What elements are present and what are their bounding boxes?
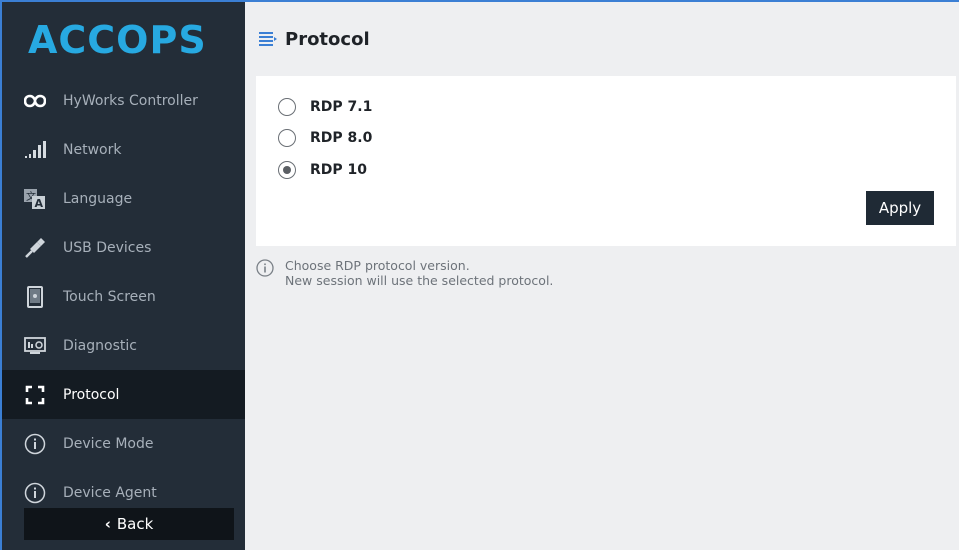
sidebar-item-label: Diagnostic [63,337,137,354]
hint-text: Choose RDP protocol version. New session… [285,258,553,288]
radio-button[interactable] [278,129,296,147]
radio-selected-dot [283,166,291,174]
page-title: Protocol [285,28,370,50]
language-icon: 文A [24,188,46,210]
apply-button[interactable]: Apply [866,191,934,225]
sidebar-item-label: Touch Screen [63,288,156,305]
page-header: Protocol [245,2,959,76]
protocol-hint: Choose RDP protocol version. New session… [256,258,553,288]
sidebar-item-usb-devices[interactable]: USB Devices [2,223,245,272]
sidebar-item-diagnostic[interactable]: Diagnostic [2,321,245,370]
sidebar-item-label: HyWorks Controller [63,92,198,109]
sidebar-nav: HyWorks Controller Network 文A Language U… [2,76,245,517]
info-circle-icon [256,259,274,281]
sidebar-item-label: Language [63,190,133,207]
infinity-icon [24,90,46,112]
sidebar: ACCOPS HyWorks Controller Network 文A Lan… [2,2,245,550]
usb-plug-icon [24,237,46,259]
back-button[interactable]: ‹ Back [24,508,234,540]
hint-line-1: Choose RDP protocol version. [285,258,470,273]
radio-option-rdp-8-0[interactable]: RDP 8.0 [278,129,372,147]
accops-logo-icon: ACCOPS [28,18,207,61]
sidebar-item-label: Network [63,141,122,158]
sidebar-item-language[interactable]: 文A Language [2,174,245,223]
protocol-icon [24,384,46,406]
sidebar-item-protocol[interactable]: Protocol [2,370,245,419]
radio-label: RDP 7.1 [310,99,373,115]
hint-line-2: New session will use the selected protoc… [285,273,554,288]
monitor-diagnostic-icon [24,335,46,357]
radio-label: RDP 8.0 [310,130,373,146]
sidebar-item-device-mode[interactable]: Device Mode [2,419,245,468]
sidebar-item-touch-screen[interactable]: Touch Screen [2,272,245,321]
radio-option-rdp-10[interactable]: RDP 10 [278,161,367,179]
info-circle-icon [24,482,46,504]
app-window: ACCOPS HyWorks Controller Network 文A Lan… [0,0,959,550]
sidebar-item-label: Device Mode [63,435,154,452]
svg-text:A: A [35,197,44,209]
logo-text: ACCOPS [28,18,207,61]
radio-button-selected[interactable] [278,161,296,179]
signal-bars-icon [24,139,46,161]
sidebar-item-label: USB Devices [63,239,152,256]
sidebar-item-label: Protocol [63,386,120,403]
chevron-left-icon: ‹ [104,515,111,533]
list-icon [259,32,277,46]
radio-button[interactable] [278,98,296,116]
sidebar-item-label: Device Agent [63,484,157,501]
radio-option-rdp-7-1[interactable]: RDP 7.1 [278,98,372,116]
brand-logo: ACCOPS [2,2,245,76]
sidebar-item-hyworks-controller[interactable]: HyWorks Controller [2,76,245,125]
protocol-options-card: RDP 7.1 RDP 8.0 RDP 10 Apply [256,76,956,246]
back-button-label: Back [116,515,154,533]
info-circle-icon [24,433,46,455]
sidebar-item-network[interactable]: Network [2,125,245,174]
main-content: Protocol RDP 7.1 RDP 8.0 RDP 10 Apply Ch… [245,2,959,550]
touch-screen-icon [24,285,46,308]
radio-label: RDP 10 [310,162,368,178]
